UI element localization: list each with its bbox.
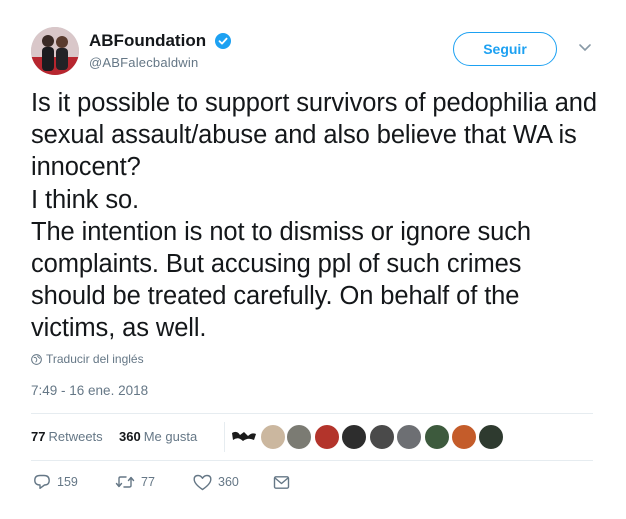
retweets-stat[interactable]: 77 Retweets bbox=[31, 429, 103, 444]
liker-avatar[interactable] bbox=[478, 424, 504, 450]
liker-avatar[interactable] bbox=[260, 424, 286, 450]
retweet-icon bbox=[115, 476, 135, 488]
like-count: 360 bbox=[218, 475, 239, 489]
retweet-count: 77 bbox=[141, 475, 155, 489]
like-button[interactable]: 360 bbox=[193, 470, 239, 494]
reply-count: 159 bbox=[57, 475, 78, 489]
liker-avatar[interactable] bbox=[369, 424, 395, 450]
author-display-name[interactable]: ABFoundation bbox=[89, 31, 206, 51]
likes-count: 360 bbox=[119, 429, 141, 444]
direct-message-button[interactable] bbox=[273, 470, 296, 494]
liker-avatar[interactable] bbox=[451, 424, 477, 450]
liker-avatar[interactable] bbox=[286, 424, 312, 450]
stats-separator bbox=[224, 422, 225, 452]
likes-label: Me gusta bbox=[143, 429, 198, 444]
retweet-button[interactable]: 77 bbox=[115, 470, 155, 494]
avatar-photo-icon bbox=[31, 27, 79, 75]
likes-stat[interactable]: 360 Me gusta bbox=[119, 429, 197, 444]
translate-link[interactable]: Traducir del inglés bbox=[31, 352, 144, 366]
retweets-label: Retweets bbox=[48, 429, 103, 444]
retweets-count: 77 bbox=[31, 429, 46, 444]
tweet-timestamp[interactable]: 7:49 - 16 ene. 2018 bbox=[31, 383, 148, 398]
envelope-icon bbox=[273, 475, 290, 489]
globe-icon bbox=[31, 354, 42, 365]
reply-icon bbox=[34, 474, 50, 489]
liker-avatar[interactable] bbox=[341, 424, 367, 450]
chevron-down-icon[interactable] bbox=[578, 43, 592, 53]
liker-avatar[interactable] bbox=[396, 424, 422, 450]
liker-avatar[interactable] bbox=[314, 424, 340, 450]
tweet-stats: 77 Retweets 360 Me gusta bbox=[31, 414, 593, 460]
tweet-text-paragraph: Is it possible to support survivors of p… bbox=[31, 89, 597, 182]
tweet-text: Is it possible to support survivors of p… bbox=[31, 87, 601, 345]
divider bbox=[31, 460, 593, 461]
reply-button[interactable]: 159 bbox=[33, 470, 78, 494]
liker-logo-icon[interactable] bbox=[231, 430, 257, 442]
author-handle[interactable]: @ABFalecbaldwin bbox=[89, 55, 231, 70]
author-avatar[interactable] bbox=[31, 27, 79, 75]
tweet-text-paragraph: The intention is not to dismiss or ignor… bbox=[31, 217, 531, 343]
liker-avatar[interactable] bbox=[424, 424, 450, 450]
author-names: ABFoundation @ABFalecbaldwin bbox=[89, 31, 231, 70]
tweet-header: ABFoundation @ABFalecbaldwin Seguir bbox=[31, 27, 596, 77]
heart-icon bbox=[193, 474, 212, 490]
tweet-text-paragraph: I think so. bbox=[31, 185, 140, 214]
translate-label[interactable]: Traducir del inglés bbox=[46, 352, 144, 366]
follow-button[interactable]: Seguir bbox=[453, 32, 557, 66]
verified-badge-icon bbox=[214, 33, 231, 49]
